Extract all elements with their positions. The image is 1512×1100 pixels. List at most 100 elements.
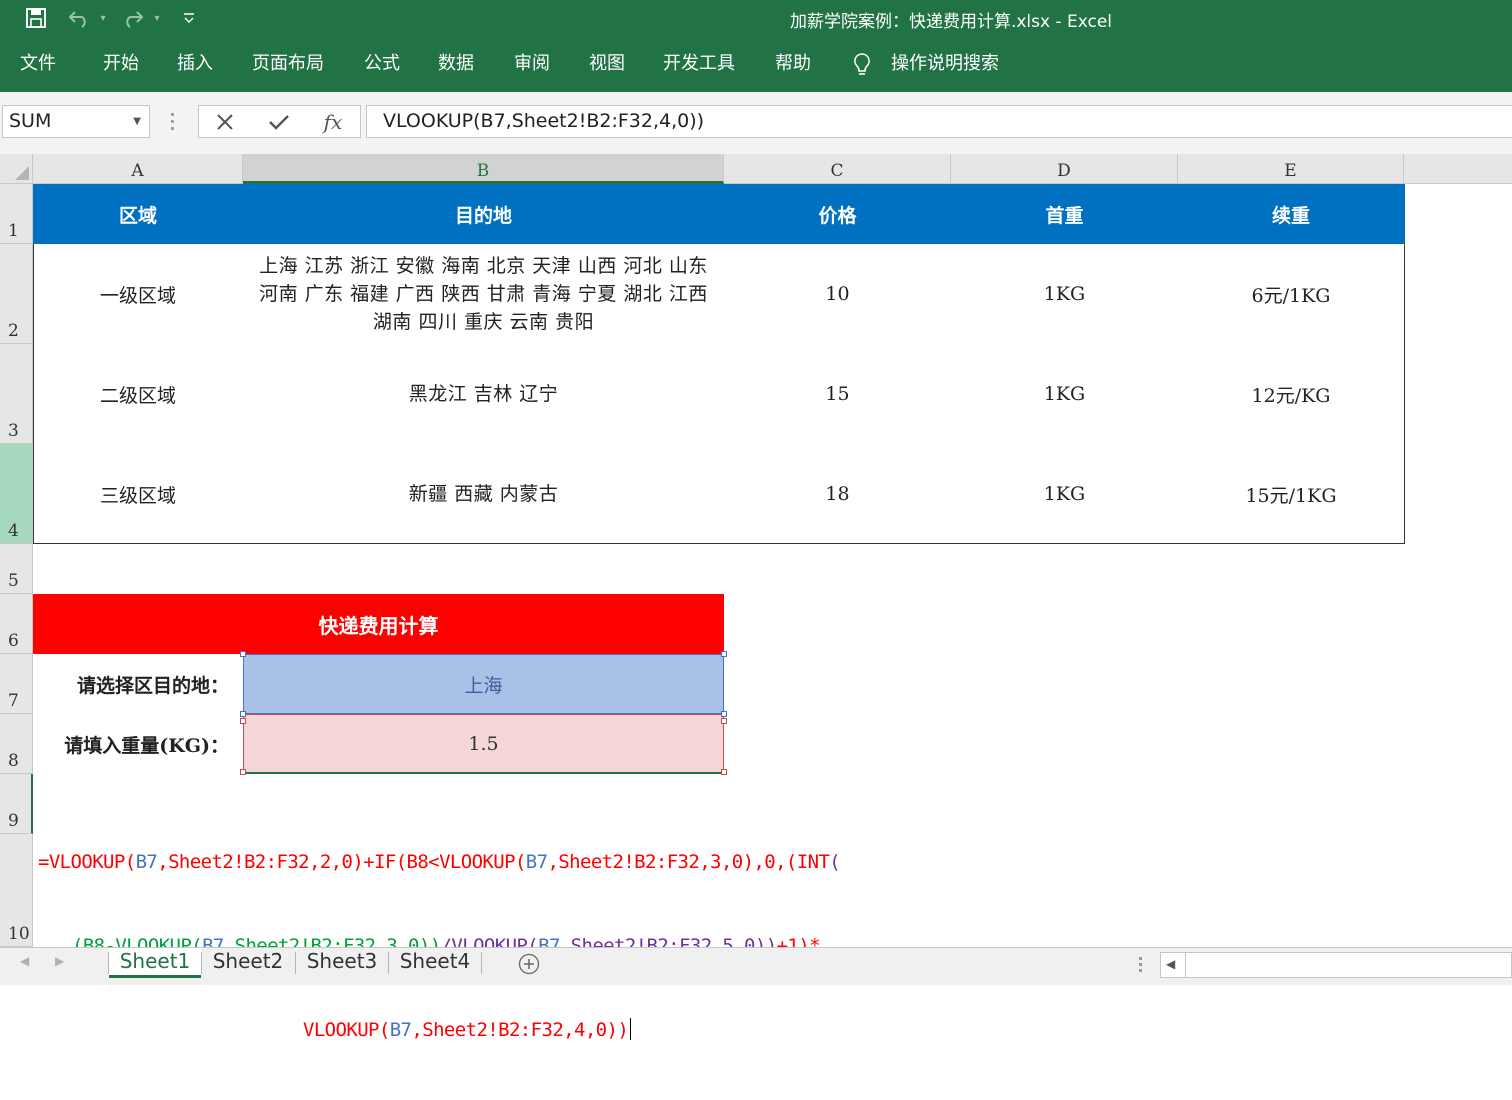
row-header-3[interactable]: 3 [0, 344, 33, 444]
range-handle-icon[interactable] [240, 711, 246, 717]
header-destination[interactable]: 目的地 [243, 184, 724, 244]
sheet-tab-bar: ◀ ▶ Sheet1 Sheet2 Sheet3 Sheet4 ◀ [0, 947, 1512, 985]
range-handle-icon[interactable] [721, 651, 727, 657]
name-box[interactable]: SUM ▼ [2, 105, 150, 138]
weight-input[interactable]: 1.5 [243, 714, 724, 774]
chevron-down-icon[interactable]: ▼ [133, 106, 141, 137]
cell-d3[interactable]: 1KG [951, 344, 1178, 444]
scroll-left-icon[interactable]: ◀ [1166, 957, 1175, 971]
header-price[interactable]: 价格 [724, 184, 951, 244]
scroll-left-icon[interactable]: ◀ [20, 954, 29, 968]
formula-line-1: =VLOOKUP(B7,Sheet2!B2:F32,2,0)+IF(B8<VLO… [38, 848, 938, 876]
menu-data[interactable]: 数据 [438, 53, 474, 75]
tab-sheet1[interactable]: Sheet1 [109, 948, 201, 978]
name-box-value: SUM [9, 110, 52, 132]
tab-sheet3[interactable]: Sheet3 [296, 948, 388, 978]
range-handle-icon[interactable] [721, 718, 727, 724]
menu-developer[interactable]: 开发工具 [663, 53, 735, 75]
cell-e3[interactable]: 12元/KG [1178, 344, 1404, 444]
weight-label[interactable]: 请填入重量(KG)： [33, 714, 243, 774]
cell-e4[interactable]: 15元/1KG [1178, 444, 1404, 544]
row-header-9[interactable]: 9 [0, 774, 33, 834]
tell-me-search[interactable]: 操作说明搜索 [891, 53, 999, 75]
cell-b2[interactable]: 上海 江苏 浙江 安徽 海南 北京 天津 山西 河北 山东 河南 广东 福建 广… [243, 244, 724, 344]
range-handle-icon[interactable] [240, 651, 246, 657]
text-caret [630, 1018, 632, 1040]
formula-token: B7 [135, 851, 158, 873]
resize-grip-icon[interactable] [1138, 955, 1144, 979]
ribbon-tabs: 文件 开始 插入 页面布局 公式 数据 审阅 视图 开发工具 帮助 操作说明搜索 [0, 36, 1512, 92]
row-header-10[interactable]: 10 [0, 834, 33, 947]
cell-d4[interactable]: 1KG [951, 444, 1178, 544]
cell-formula-editor[interactable]: =VLOOKUP(B7,Sheet2!B2:F32,2,0)+IF(B8<VLO… [38, 792, 938, 1100]
worksheet-grid: A B C D E 1 2 3 4 5 6 7 8 9 10 区域 目的地 价格… [0, 154, 1512, 1041]
column-header-b[interactable]: B [243, 154, 724, 184]
header-region[interactable]: 区域 [33, 184, 243, 244]
column-header-d[interactable]: D [951, 154, 1178, 184]
formula-bar-area: SUM ▼ fx VLOOKUP(B7,Sheet2!B2:F32,4,0)) [0, 92, 1512, 154]
formula-token: VLOOKUP( [303, 1019, 390, 1041]
row-header-7[interactable]: 7 [0, 654, 33, 714]
lightbulb-icon[interactable] [852, 52, 872, 84]
resize-grip-icon[interactable] [170, 110, 176, 132]
column-header-c[interactable]: C [724, 154, 951, 184]
tab-sheet4[interactable]: Sheet4 [389, 948, 481, 978]
horizontal-scrollbar[interactable]: ◀ [1160, 952, 1512, 978]
cell-b4[interactable]: 新疆 西藏 内蒙古 [243, 444, 724, 544]
destination-select[interactable]: 上海 [243, 654, 724, 714]
cell-a2[interactable]: 一级区域 [33, 244, 243, 344]
formula-buttons: fx [198, 105, 361, 138]
cell-d2[interactable]: 1KG [951, 244, 1178, 344]
scroll-right-icon[interactable]: ▶ [55, 954, 64, 968]
column-header-filler [1404, 154, 1512, 184]
menu-view[interactable]: 视图 [589, 53, 625, 75]
range-handle-icon[interactable] [240, 769, 246, 775]
row-header-2[interactable]: 2 [0, 244, 33, 344]
menu-help[interactable]: 帮助 [775, 53, 811, 75]
title-bar: ▾ ▾ 加薪学院案例：快递费用计算.xlsx - Excel [0, 0, 1512, 36]
range-handle-icon[interactable] [721, 711, 727, 717]
menu-review[interactable]: 审阅 [514, 53, 550, 75]
cell-b3[interactable]: 黑龙江 吉林 辽宁 [243, 344, 724, 444]
row-header-6[interactable]: 6 [0, 594, 33, 654]
column-header-a[interactable]: A [33, 154, 243, 184]
window-title: 加薪学院案例：快递费用计算.xlsx - Excel [789, 12, 1113, 32]
row-header-5[interactable]: 5 [0, 544, 33, 594]
range-handle-icon[interactable] [721, 769, 727, 775]
formula-token: ,Sheet2!B2:F32,2,0)+IF(B8<VLOOKUP( [157, 851, 526, 873]
select-all-corner[interactable] [0, 154, 33, 184]
formula-line-3: VLOOKUP(B7,Sheet2!B2:F32,4,0)) [38, 1016, 938, 1044]
range-handle-icon[interactable] [240, 718, 246, 724]
formula-token: B7 [389, 1019, 412, 1041]
destination-label[interactable]: 请选择区目的地： [33, 654, 243, 714]
add-sheet-icon[interactable] [518, 953, 540, 979]
insert-function-icon[interactable]: fx [315, 108, 351, 136]
menu-home[interactable]: 开始 [103, 53, 139, 75]
menu-page-layout[interactable]: 页面布局 [252, 53, 324, 75]
header-extra-weight[interactable]: 续重 [1178, 184, 1404, 244]
tab-sheet2[interactable]: Sheet2 [202, 948, 294, 978]
row-header-4[interactable]: 4 [0, 444, 33, 544]
formula-token: ,Sheet2!B2:F32,3,0),0,(INT [547, 851, 830, 873]
cell-a4[interactable]: 三级区域 [33, 444, 243, 544]
enter-icon[interactable] [261, 108, 297, 136]
menu-formulas[interactable]: 公式 [364, 53, 400, 75]
cell-e2[interactable]: 6元/1KG [1178, 244, 1404, 344]
menu-file[interactable]: 文件 [20, 53, 56, 75]
formula-token: =VLOOKUP( [38, 851, 136, 873]
cell-c4[interactable]: 18 [724, 444, 951, 544]
menu-insert[interactable]: 插入 [177, 53, 213, 75]
cell-a3[interactable]: 二级区域 [33, 344, 243, 444]
cell-c3[interactable]: 15 [724, 344, 951, 444]
formula-input[interactable]: VLOOKUP(B7,Sheet2!B2:F32,4,0)) [366, 105, 1512, 138]
formula-token: ( [829, 851, 841, 873]
cell-c2[interactable]: 10 [724, 244, 951, 344]
cancel-icon[interactable] [207, 108, 243, 136]
formula-token: B7 [525, 851, 548, 873]
column-header-e[interactable]: E [1178, 154, 1404, 184]
row-header-1[interactable]: 1 [0, 184, 33, 244]
header-first-weight[interactable]: 首重 [951, 184, 1178, 244]
calculator-title[interactable]: 快递费用计算 [33, 594, 724, 654]
formula-token: ,Sheet2!B2:F32,4,0)) [411, 1019, 629, 1041]
row-header-8[interactable]: 8 [0, 714, 33, 774]
